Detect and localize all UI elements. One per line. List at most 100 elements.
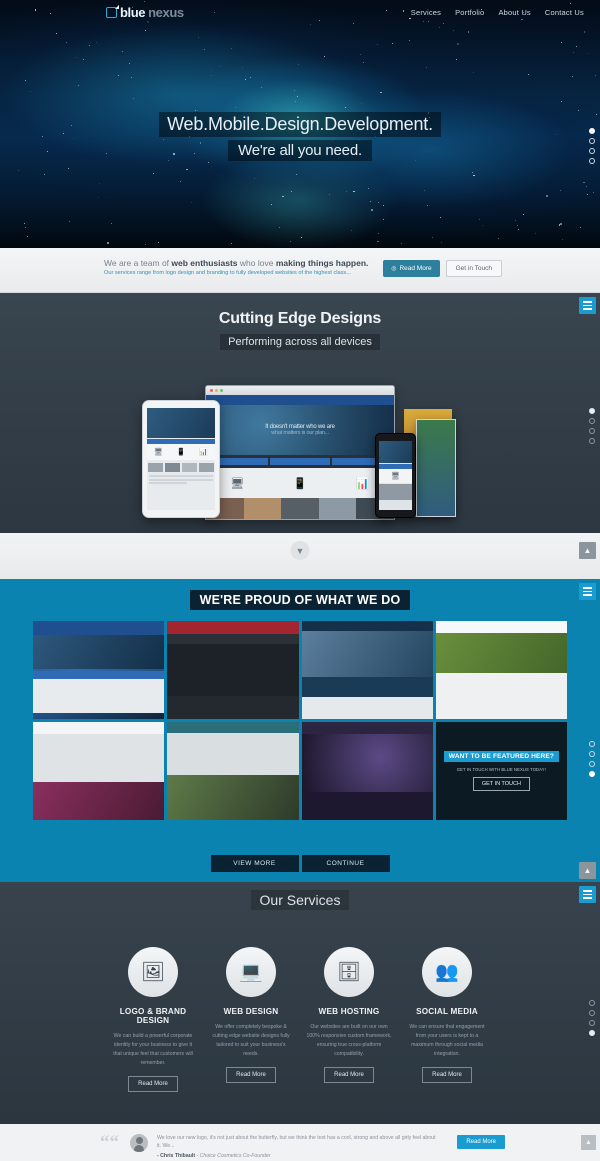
service-card-social-media: 👥 SOCIAL MEDIA We can ensure that engage… — [398, 947, 496, 1092]
devices-subtitle-wrap: Performing across all devices — [0, 332, 600, 350]
portfolio-title: WE'RE PROUD OF WHAT WE DO — [190, 590, 411, 610]
testimonial-attribution: - Chris Thibault - Choice Cosmetics Co-F… — [157, 1153, 437, 1159]
portfolio-thumb-5[interactable] — [33, 722, 164, 820]
intro-strip: We are a team of web enthusiasts who lov… — [0, 248, 600, 293]
phone-mockup: 🖥 — [375, 433, 416, 518]
dot-nav-item[interactable] — [589, 158, 595, 164]
portfolio-grid: WANT TO BE FEATURED HERE? GET IN TOUCH W… — [33, 621, 567, 820]
portfolio-thumb-3[interactable] — [302, 621, 433, 719]
devices-section: Cutting Edge Designs Performing across a… — [0, 293, 600, 533]
portfolio-featured-cta[interactable]: WANT TO BE FEATURED HERE? GET IN TOUCH W… — [436, 722, 567, 820]
people-group-icon: 👥 — [422, 947, 472, 997]
mockup-hero-line2: what matters is our plan... — [271, 430, 329, 436]
portfolio-thumb-1[interactable] — [33, 621, 164, 719]
service-title: LOGO & BRAND DESIGN — [110, 1007, 196, 1025]
dot-nav-item[interactable] — [589, 1010, 595, 1016]
browser-viewport: It doesn't matter who we are what matter… — [206, 395, 394, 520]
scroll-to-top-button-1[interactable]: ▲ — [579, 542, 596, 559]
featured-headline: WANT TO BE FEATURED HERE? — [444, 751, 559, 762]
hamburger-menu-icon[interactable] — [579, 583, 596, 600]
nav-item-contact-us[interactable]: Contact Us — [545, 8, 584, 17]
dot-nav-item[interactable] — [589, 428, 595, 434]
devices-title: Cutting Edge Designs — [0, 310, 600, 328]
services-title-wrap: Our Services — [0, 892, 600, 910]
plus-circle-icon: ◎ — [391, 265, 396, 272]
featured-get-in-touch-button[interactable]: GET IN TOUCH — [473, 777, 530, 791]
site-logo[interactable]: blue nexus — [106, 5, 184, 20]
dot-nav-item[interactable] — [589, 771, 595, 777]
tablet-mockup: 🖥 📱 📊 — [142, 400, 220, 518]
portfolio-thumb-4[interactable] — [436, 621, 567, 719]
nav-item-services[interactable]: Services — [411, 8, 441, 17]
intro-get-in-touch-button[interactable]: Get in Touch — [446, 260, 502, 277]
phone-screen: 🖥 — [379, 441, 412, 510]
continue-button[interactable]: CONTINUE — [302, 855, 390, 872]
dot-nav-item[interactable] — [589, 148, 595, 154]
hero-copy: Web.Mobile.Design.Development. We're all… — [0, 112, 600, 161]
dot-nav-item[interactable] — [589, 128, 595, 134]
landing-page: blue nexus Services Portfolio About Us Co… — [0, 0, 600, 1161]
intro-read-more-button[interactable]: ◎ Read More — [383, 260, 439, 277]
desktop-browser-mockup: It doesn't matter who we are what matter… — [205, 385, 395, 520]
dot-nav-item[interactable] — [589, 761, 595, 767]
dot-nav-item[interactable] — [589, 751, 595, 757]
portfolio-thumb-7[interactable] — [302, 722, 433, 820]
intro-button-group: ◎ Read More Get in Touch — [383, 260, 502, 277]
hamburger-menu-icon[interactable] — [579, 297, 596, 314]
mockup-navbar — [206, 395, 394, 405]
services-section: Our Services 🖼 LOGO & BRAND DESIGN We ca… — [0, 882, 600, 1124]
service-title: WEB DESIGN — [208, 1007, 294, 1016]
section-dot-nav-hero[interactable] — [589, 128, 595, 164]
section-dot-nav-portfolio[interactable] — [589, 741, 595, 777]
testimonial-text-block: We love our new logo, it's not just abou… — [157, 1135, 437, 1159]
testimonial-author: - Chris Thibault — [157, 1153, 195, 1159]
hero-headline: Web.Mobile.Design.Development. — [159, 112, 441, 137]
service-read-more-button[interactable]: Read More — [324, 1067, 374, 1083]
main-nav: Services Portfolio About Us Contact Us — [411, 8, 584, 17]
portfolio-button-group: VIEW MORE CONTINUE — [0, 855, 600, 872]
browser-title-bar — [206, 386, 394, 395]
testimonial-role: - Choice Cosmetics Co-Founder — [195, 1153, 271, 1159]
dot-nav-item[interactable] — [589, 1000, 595, 1006]
dot-nav-item[interactable] — [589, 1030, 595, 1036]
intro-read-more-label: Read More — [399, 265, 431, 272]
featured-subline: GET IN TOUCH WITH BLUE NEXUS TODAY! — [457, 767, 546, 772]
hamburger-menu-icon[interactable] — [579, 886, 596, 903]
dot-nav-item[interactable] — [589, 438, 595, 444]
hero-subheadline: We're all you need. — [228, 140, 372, 161]
server-icon: 🗄 — [324, 947, 374, 997]
nav-item-about-us[interactable]: About Us — [498, 8, 530, 17]
image-icon: 🖼 — [128, 947, 178, 997]
section-divider: ▼ ▲ — [0, 533, 600, 579]
intro-text-block: We are a team of web enthusiasts who lov… — [104, 258, 368, 276]
dot-nav-item[interactable] — [589, 1020, 595, 1026]
nav-item-portfolio[interactable]: Portfolio — [455, 8, 484, 17]
portfolio-thumb-6[interactable] — [167, 722, 298, 820]
chevron-down-icon[interactable]: ▼ — [291, 541, 310, 560]
user-avatar-icon — [130, 1134, 148, 1152]
scroll-to-top-button-2[interactable]: ▲ — [579, 862, 596, 879]
section-dot-nav-devices[interactable] — [589, 408, 595, 444]
service-read-more-button[interactable]: Read More — [128, 1076, 178, 1092]
service-read-more-button[interactable]: Read More — [422, 1067, 472, 1083]
dot-nav-item[interactable] — [589, 418, 595, 424]
services-title: Our Services — [251, 890, 350, 910]
logo-text-blue: blue — [120, 5, 145, 20]
device-extra-screenshot-1 — [416, 419, 456, 517]
scroll-to-top-button-3[interactable]: ▲ — [581, 1135, 596, 1150]
devices-subtitle: Performing across all devices — [220, 334, 380, 350]
dot-nav-item[interactable] — [589, 138, 595, 144]
portfolio-section: WE'RE PROUD OF WHAT WE DO WANT TO BE FEA… — [0, 579, 600, 882]
service-title: SOCIAL MEDIA — [404, 1007, 490, 1016]
dot-nav-item[interactable] — [589, 408, 595, 414]
intro-main-text: We are a team of web enthusiasts who lov… — [104, 258, 368, 268]
logo-text-nexus: nexus — [148, 5, 184, 20]
section-dot-nav-services[interactable] — [589, 1000, 595, 1036]
testimonial-quote: We love our new logo, it's not just abou… — [157, 1135, 437, 1151]
dot-nav-item[interactable] — [589, 741, 595, 747]
testimonial-read-more-button[interactable]: Read More — [457, 1135, 505, 1149]
portfolio-thumb-2[interactable] — [167, 621, 298, 719]
service-read-more-button[interactable]: Read More — [226, 1067, 276, 1083]
view-more-button[interactable]: VIEW MORE — [211, 855, 299, 872]
intro-sub-text: Our services range from logo design and … — [104, 270, 368, 276]
